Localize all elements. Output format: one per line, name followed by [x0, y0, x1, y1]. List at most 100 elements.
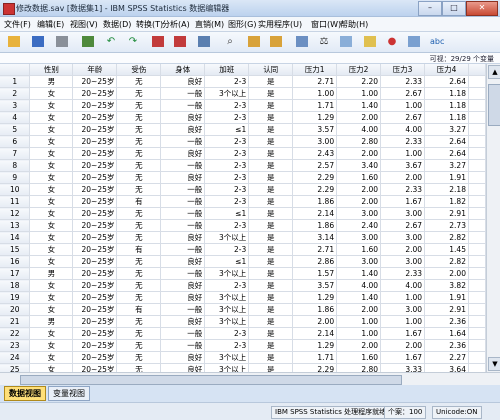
data-cell[interactable]: 1.00 — [380, 315, 426, 328]
data-cell[interactable]: 1.71 — [292, 351, 338, 364]
data-cell[interactable]: 1.29 — [292, 291, 338, 304]
open-button[interactable] — [6, 34, 22, 49]
data-cell[interactable]: 3个以上 — [204, 303, 250, 316]
data-cell[interactable]: 是 — [248, 123, 294, 136]
data-cell[interactable]: 2.40 — [336, 219, 382, 232]
data-cell[interactable]: 女 — [29, 183, 74, 196]
tab-data-view[interactable]: 数据视图 — [4, 386, 46, 401]
column-header[interactable]: 性别 — [29, 64, 74, 76]
data-cell[interactable]: 无 — [116, 147, 162, 160]
data-cell[interactable]: 女 — [29, 111, 74, 124]
data-cell[interactable]: 是 — [248, 363, 294, 372]
data-cell[interactable]: 2-3 — [204, 279, 250, 292]
data-cell[interactable]: 一般 — [160, 303, 206, 316]
data-cell[interactable]: 20~25岁 — [72, 279, 118, 292]
value-labels-button[interactable] — [362, 34, 378, 49]
data-cell[interactable]: 无 — [116, 279, 162, 292]
data-cell[interactable]: 男 — [29, 315, 74, 328]
data-cell[interactable]: 一般 — [160, 99, 206, 112]
data-cell[interactable]: 2.82 — [424, 231, 469, 244]
data-cell[interactable]: 无 — [116, 351, 162, 364]
row-number[interactable]: 5 — [0, 123, 31, 136]
row-number[interactable]: 6 — [0, 135, 31, 148]
data-cell[interactable]: 2.57 — [292, 159, 338, 172]
data-cell[interactable]: 女 — [29, 255, 74, 268]
use-sets-button[interactable]: ● — [384, 34, 400, 49]
vertical-scrollbar[interactable]: ▲ ▼ — [486, 64, 500, 372]
data-cell[interactable]: 2-3 — [204, 183, 250, 196]
data-cell[interactable]: 2.64 — [424, 135, 469, 148]
data-cell[interactable]: 无 — [116, 75, 162, 88]
data-cell[interactable]: 一般 — [160, 207, 206, 220]
data-cell[interactable]: 3.14 — [292, 231, 338, 244]
data-cell[interactable]: 女 — [29, 327, 74, 340]
data-cell[interactable]: 4.00 — [380, 279, 426, 292]
data-cell[interactable]: 2.00 — [336, 195, 382, 208]
data-cell[interactable]: 2.64 — [424, 147, 469, 160]
data-cell[interactable]: 女 — [29, 195, 74, 208]
menu-help[interactable]: 帮助(H) — [340, 19, 368, 30]
data-cell[interactable]: 2-3 — [204, 327, 250, 340]
data-cell[interactable]: 1.18 — [424, 99, 469, 112]
data-cell[interactable]: 一般 — [160, 219, 206, 232]
data-cell[interactable]: 2.73 — [424, 219, 469, 232]
data-cell[interactable]: 是 — [248, 183, 294, 196]
spell-check-button[interactable]: abc — [428, 34, 444, 49]
undo-button[interactable]: ↶ — [103, 34, 119, 49]
data-cell[interactable]: 1.18 — [424, 111, 469, 124]
data-cell[interactable]: ≤1 — [204, 255, 250, 268]
data-cell[interactable]: 是 — [248, 219, 294, 232]
data-cell[interactable]: 女 — [29, 291, 74, 304]
data-cell[interactable]: 女 — [29, 159, 74, 172]
data-cell[interactable]: 3.00 — [336, 255, 382, 268]
split-file-button[interactable] — [294, 34, 310, 49]
data-cell[interactable]: 2.00 — [380, 171, 426, 184]
data-cell[interactable]: 无 — [116, 183, 162, 196]
data-cell[interactable]: 是 — [248, 243, 294, 256]
data-cell[interactable]: 2.33 — [380, 183, 426, 196]
data-cell[interactable]: 2.80 — [336, 135, 382, 148]
data-cell[interactable]: 2.36 — [424, 315, 469, 328]
data-cell[interactable]: 1.64 — [424, 327, 469, 340]
data-cell[interactable]: 有 — [116, 303, 162, 316]
data-cell[interactable]: 3.00 — [292, 135, 338, 148]
data-cell[interactable]: 良好 — [160, 171, 206, 184]
data-cell[interactable]: 2-3 — [204, 243, 250, 256]
data-cell[interactable]: ≤1 — [204, 123, 250, 136]
data-cell[interactable]: 2.00 — [380, 243, 426, 256]
data-cell[interactable]: 是 — [248, 315, 294, 328]
show-all-button[interactable] — [406, 34, 422, 49]
data-cell[interactable]: 无 — [116, 363, 162, 372]
column-header[interactable]: 认同 — [248, 64, 294, 76]
menu-analyze[interactable]: 分析(A) — [162, 19, 190, 30]
data-cell[interactable]: 1.29 — [292, 111, 338, 124]
row-number[interactable]: 17 — [0, 267, 31, 280]
data-cell[interactable]: 2.00 — [336, 303, 382, 316]
minimize-button[interactable]: – — [418, 1, 442, 16]
data-cell[interactable]: 良好 — [160, 363, 206, 372]
data-cell[interactable]: 3个以上 — [204, 363, 250, 372]
scroll-up-arrow-icon[interactable]: ▲ — [488, 65, 500, 79]
data-cell[interactable]: 1.67 — [380, 195, 426, 208]
row-number[interactable]: 11 — [0, 195, 31, 208]
data-cell[interactable]: 3.57 — [292, 279, 338, 292]
row-number[interactable]: 8 — [0, 159, 31, 172]
data-cell[interactable]: 20~25岁 — [72, 255, 118, 268]
data-cell[interactable]: 是 — [248, 303, 294, 316]
data-cell[interactable]: 1.86 — [292, 303, 338, 316]
data-cell[interactable]: 无 — [116, 231, 162, 244]
data-cell[interactable]: 2-3 — [204, 339, 250, 352]
column-header[interactable]: 压力2 — [336, 64, 382, 76]
data-cell[interactable]: 2.71 — [292, 75, 338, 88]
data-cell[interactable]: 20~25岁 — [72, 87, 118, 100]
data-cell[interactable]: 2.67 — [380, 219, 426, 232]
data-cell[interactable]: 1.60 — [336, 243, 382, 256]
data-cell[interactable]: 20~25岁 — [72, 291, 118, 304]
column-header[interactable]: 年龄 — [72, 64, 118, 76]
data-cell[interactable]: 2.43 — [292, 147, 338, 160]
print-button[interactable] — [54, 34, 70, 49]
menu-edit[interactable]: 编辑(E) — [37, 19, 64, 30]
data-cell[interactable]: 女 — [29, 147, 74, 160]
column-header[interactable]: 压力4 — [424, 64, 469, 76]
data-cell[interactable]: 20~25岁 — [72, 159, 118, 172]
